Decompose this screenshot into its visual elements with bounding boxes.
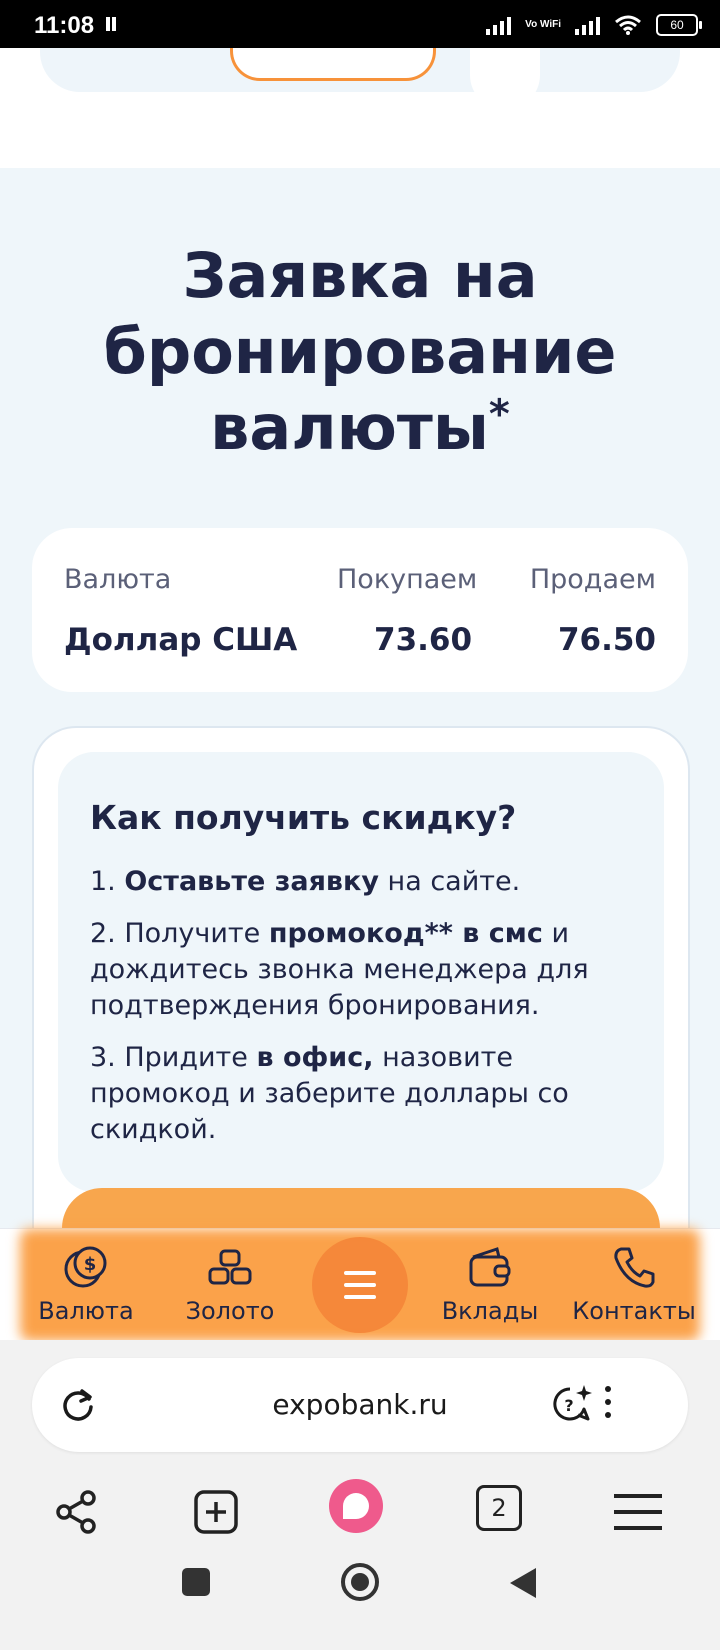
nav-label-currency: Валюта <box>38 1297 134 1325</box>
booking-section: Заявка на бронирование валюты* Валюта По… <box>0 168 720 1248</box>
currency-name: Доллар США <box>64 622 298 658</box>
nav-item-deposits[interactable]: Вклады <box>420 1245 560 1325</box>
status-time: 11:08 <box>34 12 95 39</box>
step-1: 1. Оставьте заявку на сайте. <box>90 866 521 897</box>
status-bar: 11:08 Vo WiFi 60 <box>0 0 720 48</box>
page-title: Заявка на бронирование валюты* <box>103 239 617 464</box>
address-bar[interactable]: expobank.ru ? <box>32 1358 688 1452</box>
hamburger-menu-icon <box>344 1271 376 1275</box>
currency-coin-icon: $ <box>64 1246 107 1288</box>
buy-rate: 73.60 <box>374 622 473 658</box>
sell-header: Продаем <box>529 564 656 595</box>
vowifi-label: Vo WiFi <box>525 19 561 30</box>
notification-icon <box>106 17 116 31</box>
step-3: 3. Придите в офис, назовите промокод и з… <box>90 1042 569 1145</box>
svg-text:$: $ <box>84 1254 97 1275</box>
sell-rate: 76.50 <box>557 622 656 658</box>
buy-header: Покупаем <box>337 564 478 595</box>
tabs-count-button[interactable]: 2 <box>476 1485 522 1531</box>
ai-assistant-icon[interactable]: ? <box>550 1383 594 1427</box>
nav-label-deposits: Вклады <box>441 1297 539 1325</box>
browser-chrome: expobank.ru ? 2 <box>0 1340 720 1650</box>
svg-text:?: ? <box>564 1396 573 1415</box>
browser-menu-icon[interactable] <box>610 1480 670 1540</box>
nav-item-currency[interactable]: $ Валюта <box>16 1245 156 1325</box>
step-2: 2. Получите промокод** в смс и дождитесь… <box>90 918 589 1021</box>
site-bottom-nav: $ Валюта Золото Вклады Контакты <box>0 1228 720 1341</box>
share-icon[interactable] <box>48 1480 108 1540</box>
battery-icon: 60 <box>656 14 702 36</box>
home-button[interactable] <box>340 1562 380 1602</box>
more-options-icon[interactable] <box>605 1386 611 1418</box>
alice-assistant-icon[interactable] <box>328 1478 384 1534</box>
discount-steps: 1. Оставьте заявку на сайте. 2. Получите… <box>90 864 650 1164</box>
currency-header: Валюта <box>64 564 172 595</box>
wifi-icon <box>615 15 641 35</box>
phone-icon <box>614 1247 655 1288</box>
rates-card: Валюта Покупаем Продаем Доллар США 73.60… <box>32 528 688 692</box>
menu-button[interactable] <box>312 1237 408 1333</box>
cell-signal-2-icon <box>575 15 600 35</box>
previous-button[interactable] <box>230 48 436 81</box>
previous-circle <box>470 48 540 110</box>
gold-bars-icon <box>208 1249 252 1285</box>
back-button[interactable] <box>508 1566 538 1600</box>
nav-item-gold[interactable]: Золото <box>160 1245 300 1325</box>
discount-info: Как получить скидку? 1. Оставьте заявку … <box>58 752 664 1192</box>
previous-section <box>0 48 720 168</box>
wallet-icon <box>469 1247 511 1287</box>
nav-item-contacts[interactable]: Контакты <box>564 1245 704 1325</box>
status-icons: Vo WiFi 60 <box>486 12 702 38</box>
new-tab-icon[interactable] <box>188 1480 248 1540</box>
nav-label-gold: Золото <box>185 1297 275 1325</box>
discount-title: Как получить скидку? <box>90 798 517 837</box>
discount-card: Как получить скидку? 1. Оставьте заявку … <box>32 726 690 1248</box>
nav-label-contacts: Контакты <box>572 1297 696 1325</box>
recent-apps-button[interactable] <box>182 1568 210 1596</box>
cell-signal-icon <box>486 15 512 35</box>
